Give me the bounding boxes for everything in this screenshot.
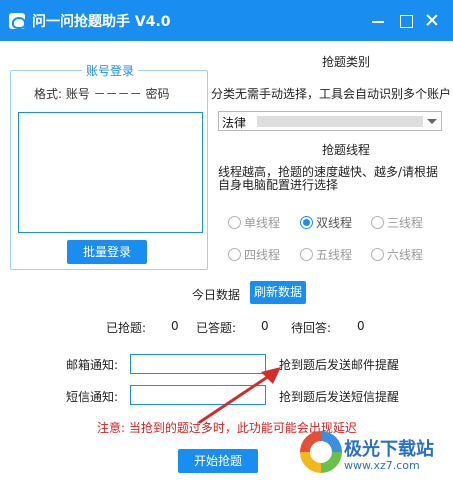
category-description: 分类无需手动选择，工具会自动识别多个账户 — [211, 87, 452, 101]
radio-label: 单线程 — [244, 216, 281, 230]
account-format-label: 格式: 账号 －－－－ 密码 — [34, 87, 170, 101]
refresh-data-button[interactable]: 刷新数据 — [250, 281, 306, 304]
app-icon — [9, 13, 26, 29]
email-notify-label: 邮箱通知: — [66, 358, 119, 372]
radio-label: 三线程 — [387, 216, 424, 230]
account-list-input[interactable] — [18, 112, 203, 233]
thread-description: 线程越高，抢题的速度越快、越多/请根据自身电脑配置进行选择 — [218, 165, 439, 192]
radio-thread-4[interactable]: 四线程 — [228, 246, 280, 263]
radio-label: 双线程 — [316, 216, 353, 230]
account-login-title: 账号登录 — [82, 62, 139, 79]
answered-label: 已答题: — [196, 321, 237, 335]
radio-thread-5[interactable]: 五线程 — [300, 246, 352, 263]
window-title: 问一问抢题助手 V4.0 — [32, 14, 171, 30]
watermark: 极光下载站 www.xz7.com — [300, 431, 450, 479]
radio-thread-3[interactable]: 三线程 — [371, 214, 423, 231]
category-select-highlight — [257, 116, 423, 127]
category-select[interactable]: 法律 — [218, 111, 442, 131]
batch-login-button[interactable]: 批量登录 — [67, 240, 147, 264]
pending-value: 0 — [357, 319, 365, 333]
answered-value: 0 — [261, 319, 269, 333]
email-notify-hint: 抢到题后发送邮件提醒 — [279, 358, 400, 372]
start-grab-button[interactable]: 开始抢题 — [178, 449, 258, 473]
grabbed-value: 0 — [171, 319, 179, 333]
radio-circle-icon[interactable] — [371, 216, 384, 229]
radio-label: 四线程 — [244, 248, 281, 262]
close-icon[interactable] — [424, 12, 440, 28]
radio-circle-icon[interactable] — [300, 248, 313, 261]
thread-title: 抢题线程 — [322, 143, 371, 157]
today-data-label: 今日数据 — [192, 288, 241, 302]
watermark-url: www.xz7.com — [344, 459, 420, 472]
radio-circle-icon[interactable] — [300, 216, 313, 229]
pending-label: 待回答: — [291, 321, 332, 335]
radio-label: 六线程 — [387, 248, 424, 262]
title-bar[interactable]: 问一问抢题助手 V4.0 — [0, 0, 453, 41]
maximize-icon[interactable] — [398, 12, 414, 28]
radio-circle-icon[interactable] — [228, 216, 241, 229]
category-select-value: 法律 — [222, 116, 247, 130]
radio-circle-icon[interactable] — [371, 248, 384, 261]
chevron-down-icon[interactable] — [427, 119, 437, 124]
radio-thread-6[interactable]: 六线程 — [371, 246, 423, 263]
sms-notify-label: 短信通知: — [66, 390, 119, 404]
radio-label: 五线程 — [316, 248, 353, 262]
minimize-icon[interactable] — [370, 12, 386, 28]
watermark-name: 极光下载站 — [344, 439, 434, 460]
radio-thread-1[interactable]: 单线程 — [228, 214, 280, 231]
grabbed-label: 已抢题: — [106, 321, 147, 335]
category-title: 抢题类别 — [322, 55, 371, 69]
watermark-logo-icon — [300, 431, 342, 473]
radio-thread-2[interactable]: 双线程 — [300, 214, 352, 231]
sms-notify-hint: 抢到题后发送短信提醒 — [279, 390, 400, 404]
radio-circle-icon[interactable] — [228, 248, 241, 261]
